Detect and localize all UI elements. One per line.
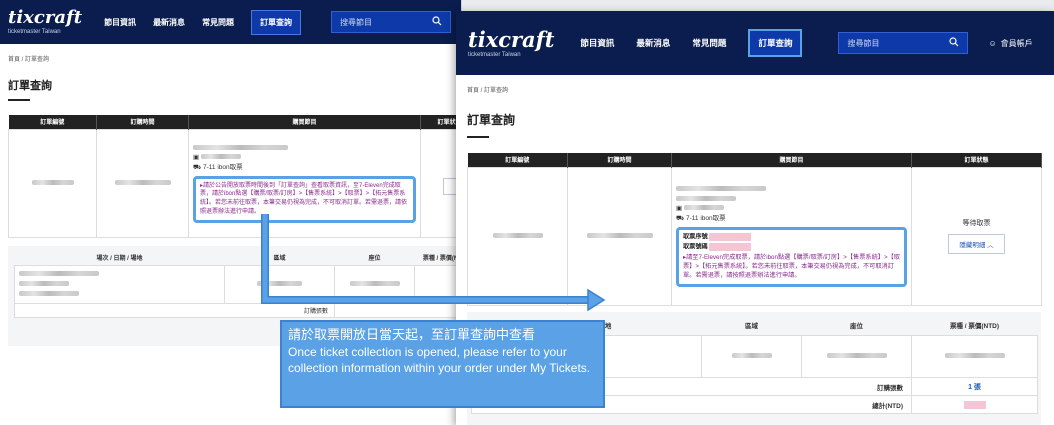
order-table: 訂單編號 訂購時間 購買節目 訂單狀態 ▣ ⛟ 7-11 ibon取票 ▸請於公… bbox=[8, 115, 461, 238]
hide-details-button[interactable]: 隱藏明細 ︿ bbox=[948, 234, 1005, 254]
page-title: 訂單查詢 bbox=[8, 80, 52, 92]
tixcraft-logo[interactable]: tixcraft ticketmaster Taiwan bbox=[8, 9, 82, 36]
breadcrumb: 首頁 / 訂單查詢 bbox=[8, 57, 50, 63]
truck-icon: ⛟ bbox=[193, 164, 202, 171]
pickup-info-box: 取票序號 取票號碼 ▸請至7-Eleven完成取票，請於ibon點選【購票/取票… bbox=[676, 226, 907, 288]
tixcraft-logo[interactable]: tixcraft ticketmaster Taiwan bbox=[468, 29, 554, 58]
breadcrumb-current: 訂單查詢 bbox=[25, 57, 50, 63]
order-table-header: 訂單編號 訂購時間 購買節目 訂單狀態 bbox=[467, 153, 1042, 167]
instruction-callout: 請於取票開放日當天起，至訂單查詢中查看 Once ticket collecti… bbox=[280, 320, 605, 408]
search-icon[interactable] bbox=[432, 16, 442, 28]
site-header: tixcraft ticketmaster Taiwan 節目資訊 最新消息 常… bbox=[456, 11, 1054, 75]
nav-news[interactable]: 最新消息 bbox=[153, 17, 185, 28]
pickup-notice-new: ▸請至7-Eleven完成取票，請於ibon點選【購票/取票/訂房】>【售票系統… bbox=[683, 254, 900, 280]
nav-faq[interactable]: 常見問題 bbox=[692, 37, 726, 49]
search-icon[interactable] bbox=[949, 37, 959, 49]
truck-icon: ⛟ bbox=[676, 215, 685, 223]
order-status: 等待取票 bbox=[962, 220, 991, 227]
title-underline bbox=[467, 136, 489, 138]
breadcrumb-home[interactable]: 首頁 bbox=[8, 57, 20, 63]
main-nav: 節目資訊 最新消息 常見問題 訂單查詢 bbox=[580, 29, 803, 57]
order-table-header: 訂單編號 訂購時間 購買節目 訂單狀態 bbox=[8, 115, 461, 129]
main-nav: 節目資訊 最新消息 常見問題 訂單查詢 bbox=[104, 9, 302, 35]
detail-table: 場次 / 日期 / 場地 區域 座位 票種 / 票價(NTD) 訂購張數 bbox=[14, 249, 461, 319]
nav-news[interactable]: 最新消息 bbox=[636, 37, 670, 49]
member-account-link[interactable]: ☺ 會員帳戶 bbox=[988, 38, 1032, 49]
ticket-icon: ▣ bbox=[193, 154, 200, 162]
ticket-icon: ▣ bbox=[676, 205, 683, 213]
table-row: ▣ ⛟ 7-11 ibon取票 取票序號 取票號碼 ▸請至7-Eleven完成取… bbox=[467, 166, 1042, 306]
breadcrumb-current: 訂單查詢 bbox=[484, 88, 509, 94]
callout-chinese: 請於取票開放日當天起，至訂單查詢中查看 bbox=[288, 327, 536, 342]
title-underline bbox=[8, 99, 30, 101]
toggle-details-button[interactable] bbox=[442, 177, 457, 195]
site-header: tixcraft ticketmaster Taiwan 節目資訊 最新消息 常… bbox=[0, 0, 461, 44]
table-row: ▣ ⛟ 7-11 ibon取票 ▸請於公告開放取票時間後到「訂單查詢」查看取票資… bbox=[8, 128, 461, 238]
search-input[interactable]: 搜尋節目 bbox=[331, 11, 452, 33]
nav-order-query[interactable]: 訂單查詢 bbox=[748, 29, 803, 57]
page-title: 訂單查詢 bbox=[467, 113, 516, 127]
user-icon: ☺ bbox=[988, 38, 997, 48]
order-table: 訂單編號 訂購時間 購買節目 訂單狀態 ▣ ⛟ 7-11 ibon取票 取票序號… bbox=[467, 153, 1042, 306]
search-input[interactable]: 搜尋節目 bbox=[838, 32, 969, 54]
ticket-count-row: 訂購張數 bbox=[14, 303, 461, 319]
breadcrumb-home[interactable]: 首頁 bbox=[467, 88, 479, 94]
nav-events[interactable]: 節目資訊 bbox=[104, 17, 136, 28]
table-row bbox=[14, 264, 461, 305]
nav-order-query[interactable]: 訂單查詢 bbox=[251, 9, 302, 35]
breadcrumb: 首頁 / 訂單查詢 bbox=[467, 88, 509, 94]
nav-faq[interactable]: 常見問題 bbox=[202, 17, 234, 28]
nav-events[interactable]: 節目資訊 bbox=[580, 37, 614, 49]
ticket-no-label: 取票序號 bbox=[683, 233, 708, 241]
ticket-code-label: 取票號碼 bbox=[683, 243, 708, 251]
detail-table-header: 場次 / 日期 / 場地 區域 座位 票種 / 票價(NTD) bbox=[14, 249, 461, 266]
ticket-count: 1 張 bbox=[911, 377, 1038, 396]
pickup-notice-old: ▸請於公告開放取票時間後到「訂單查詢」查看取票資訊，至7-Eleven完成取票，… bbox=[193, 175, 416, 223]
callout-english: Once ticket collection is opened, please… bbox=[288, 344, 591, 376]
